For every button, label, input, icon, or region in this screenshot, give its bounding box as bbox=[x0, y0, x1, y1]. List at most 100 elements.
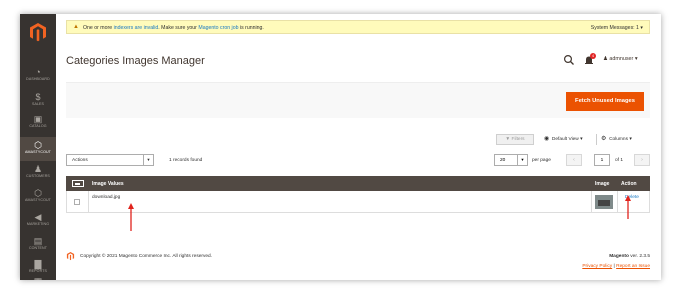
nav-label: DASHBOARD bbox=[26, 77, 50, 81]
image-thumbnail[interactable] bbox=[595, 195, 613, 209]
chevron-left-icon: ‹ bbox=[573, 157, 575, 163]
nav-label: MARKETING bbox=[26, 222, 50, 226]
browser-frame: ◔ DASHBOARD $ SALES ▣ CATALOG ⬡ AMASTYCO… bbox=[20, 14, 661, 280]
dollar-icon: $ bbox=[35, 92, 41, 102]
chevron-down-icon: ▼ bbox=[143, 155, 153, 165]
search-icon[interactable] bbox=[563, 54, 575, 66]
dashboard-icon: ◔ bbox=[35, 67, 41, 77]
page-title: Categories Images Manager bbox=[66, 55, 205, 67]
notification-count-badge: 4 bbox=[590, 53, 596, 59]
filters-label: Filters bbox=[511, 137, 525, 142]
user-icon: ♟ bbox=[603, 56, 608, 62]
nav-item-amastycout-active[interactable]: ⬡ AMASTYCOUT bbox=[20, 137, 56, 161]
nav-label: AMASTYCOUT bbox=[25, 150, 51, 154]
hexagon-icon: ⬡ bbox=[34, 140, 42, 150]
chevron-down-icon: ▾ bbox=[634, 56, 638, 62]
column-divider bbox=[617, 191, 618, 213]
table-row: download.jpg Delete bbox=[66, 191, 650, 213]
column-header-image[interactable]: Image bbox=[595, 181, 609, 187]
column-divider bbox=[591, 191, 592, 213]
images-grid: Image Values Image Action download.jpg D… bbox=[66, 176, 650, 213]
megaphone-icon: ◀ bbox=[34, 212, 42, 222]
chevron-down-icon: ▾ bbox=[629, 137, 632, 142]
system-message-text: One or more indexers are invalid. Make s… bbox=[83, 25, 264, 31]
mass-actions-value: Actions bbox=[72, 158, 88, 163]
version-number: ver. 2.3.5 bbox=[630, 254, 650, 259]
brand-name: Magento bbox=[609, 254, 629, 259]
annotation-arrow-icon bbox=[625, 195, 631, 219]
user-name: admnuser bbox=[609, 56, 634, 62]
cron-job-link[interactable]: Magento cron job bbox=[198, 25, 238, 31]
person-icon: ♟ bbox=[33, 164, 43, 174]
filter-icon: ▼ bbox=[505, 137, 511, 142]
per-page-label: per page bbox=[532, 158, 551, 163]
chevron-down-icon: ▾ bbox=[580, 137, 583, 142]
next-page-button[interactable]: › bbox=[634, 154, 650, 166]
nav-label: CATALOG bbox=[29, 124, 47, 128]
copyright-text: Copyright © 2021 Magento Commerce Inc. A… bbox=[80, 254, 213, 259]
nav-label: SALES bbox=[31, 102, 45, 106]
column-header-image-values[interactable]: Image Values bbox=[92, 181, 124, 187]
nav-label: CUSTOMERS bbox=[26, 174, 50, 178]
bar-chart-icon: ▇ bbox=[34, 259, 42, 269]
default-view-dropdown[interactable]: ◉ Default View ▾ bbox=[544, 135, 583, 142]
image-value-cell: download.jpg bbox=[92, 195, 121, 200]
annotation-arrow-icon bbox=[128, 203, 134, 231]
default-view-label: Default View bbox=[551, 137, 579, 142]
nav-item-marketing[interactable]: ◀ MARKETING bbox=[20, 212, 56, 238]
eye-icon: ◉ bbox=[544, 136, 550, 142]
magento-logo-icon bbox=[66, 251, 75, 261]
gear-icon: ⚙ bbox=[601, 136, 607, 142]
toolbar-divider bbox=[596, 134, 597, 145]
footer-links: Privacy Policy | Report an Issue bbox=[582, 264, 650, 269]
page-total: of 1 bbox=[615, 158, 624, 163]
message-suffix: is running. bbox=[239, 25, 264, 31]
user-menu[interactable]: ♟ admnuser ▾ bbox=[603, 56, 638, 62]
nav-label: CONTENT bbox=[28, 246, 48, 250]
page-number-input[interactable]: 1 bbox=[594, 154, 610, 166]
nav-item-amastycout[interactable]: ⬡ AMASTYCOUT bbox=[20, 188, 56, 214]
grid-header: Image Values Image Action bbox=[66, 176, 650, 191]
privacy-policy-link[interactable]: Privacy Policy bbox=[582, 264, 612, 269]
report-issue-link[interactable]: Report an Issue bbox=[616, 264, 650, 269]
system-messages-count: System Messages: 1 bbox=[590, 25, 639, 31]
header-actions: 4 ♟ admnuser ▾ bbox=[563, 53, 653, 68]
indexers-link[interactable]: indexers are invalid bbox=[114, 25, 159, 31]
cube-icon: ▣ bbox=[33, 114, 43, 124]
nav-label: AMASTYCOUT bbox=[25, 198, 51, 202]
magento-version: Magento ver. 2.3.5 bbox=[609, 254, 650, 259]
warning-icon: ▲ bbox=[73, 24, 79, 30]
chevron-right-icon: › bbox=[641, 157, 643, 163]
system-message-bar: ▲ One or more indexers are invalid. Make… bbox=[66, 20, 650, 34]
main-content: ▲ One or more indexers are invalid. Make… bbox=[56, 14, 661, 280]
system-messages-toggle[interactable]: System Messages: 1 ▾ bbox=[591, 25, 643, 31]
per-page-select[interactable]: 20 ▼ bbox=[494, 154, 528, 166]
chevron-down-icon: ▼ bbox=[517, 155, 527, 165]
magento-logo-icon[interactable] bbox=[28, 22, 48, 42]
nav-label: REPORTS bbox=[28, 269, 47, 273]
filters-button[interactable]: ▼ Filters bbox=[496, 134, 534, 145]
mass-select-checkbox[interactable] bbox=[72, 180, 84, 187]
column-divider bbox=[88, 191, 89, 213]
chevron-down-icon: ▾ bbox=[640, 25, 643, 31]
content-icon: ▤ bbox=[33, 236, 43, 246]
fetch-unused-images-button[interactable]: Fetch Unused Images bbox=[566, 92, 644, 111]
nav-item-customers[interactable]: ♟ CUSTOMERS bbox=[20, 164, 56, 190]
page-actions-bar: Fetch Unused Images bbox=[66, 82, 650, 118]
stores-icon: ▦ bbox=[20, 276, 56, 280]
row-checkbox[interactable] bbox=[74, 199, 80, 205]
mass-actions-select[interactable]: Actions ▼ bbox=[66, 154, 154, 166]
records-found: 1 records found bbox=[169, 158, 203, 163]
per-page-value: 20 bbox=[500, 158, 506, 163]
columns-dropdown[interactable]: ⚙ Columns ▾ bbox=[601, 135, 632, 142]
column-header-action[interactable]: Action bbox=[621, 181, 637, 187]
message-prefix: One or more bbox=[83, 25, 113, 31]
admin-sidebar: ◔ DASHBOARD $ SALES ▣ CATALOG ⬡ AMASTYCO… bbox=[20, 14, 56, 280]
footer-link-divider: | bbox=[613, 264, 615, 269]
columns-label: Columns bbox=[609, 137, 628, 142]
nav-item-stores[interactable]: ▦ bbox=[20, 276, 56, 280]
nav-item-dashboard[interactable]: ◔ DASHBOARD bbox=[20, 67, 56, 93]
message-middle: . Make sure your bbox=[158, 25, 197, 31]
previous-page-button[interactable]: ‹ bbox=[566, 154, 582, 166]
hexagon-icon: ⬡ bbox=[34, 188, 42, 198]
